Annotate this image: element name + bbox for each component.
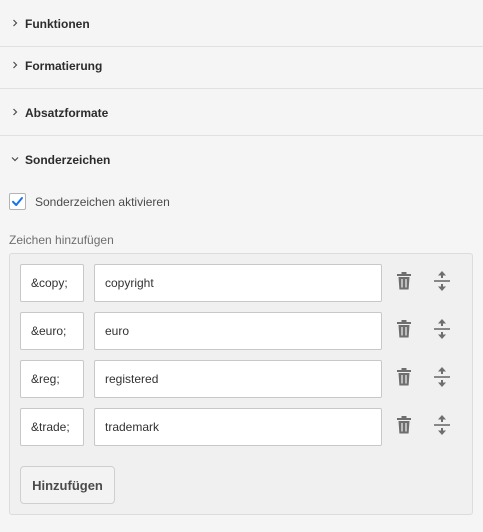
list-item: &copy; copyright	[20, 264, 470, 302]
accordion-funktionen: Funktionen	[0, 0, 483, 47]
entity-code-input[interactable]: &euro;	[20, 312, 84, 350]
entity-name-input[interactable]: copyright	[94, 264, 382, 302]
reorder-row-button[interactable]	[429, 268, 455, 294]
reorder-row-button[interactable]	[429, 316, 455, 342]
add-characters-label: Zeichen hinzufügen	[9, 233, 114, 247]
accordion-title: Formatierung	[25, 58, 103, 73]
move-vertical-icon	[434, 319, 450, 339]
move-vertical-icon	[434, 271, 450, 291]
accordion-header-sonderzeichen[interactable]: Sonderzeichen	[0, 136, 483, 183]
reorder-row-button[interactable]	[429, 364, 455, 390]
reorder-row-button[interactable]	[429, 412, 455, 438]
delete-row-button[interactable]	[391, 364, 417, 390]
accordion-formatierung: Formatierung	[0, 42, 483, 89]
accordion-title: Absatzformate	[25, 105, 109, 120]
checkbox-box[interactable]	[9, 193, 26, 210]
entity-name-input[interactable]: registered	[94, 360, 382, 398]
entity-code-input[interactable]: &copy;	[20, 264, 84, 302]
move-vertical-icon	[434, 367, 450, 387]
accordion-header-absatzformate[interactable]: Absatzformate	[0, 89, 483, 136]
accordion-title: Sonderzeichen	[25, 152, 111, 167]
trash-icon	[397, 416, 411, 434]
list-item: &reg; registered	[20, 360, 470, 398]
delete-row-button[interactable]	[391, 268, 417, 294]
trash-icon	[397, 368, 411, 386]
accordion-absatzformate: Absatzformate	[0, 89, 483, 136]
entity-name-input[interactable]: trademark	[94, 408, 382, 446]
checkbox-label: Sonderzeichen aktivieren	[35, 194, 170, 209]
list-item: &euro; euro	[20, 312, 470, 350]
accordion-header-formatierung[interactable]: Formatierung	[0, 42, 483, 89]
list-item: &trade; trademark	[20, 408, 470, 446]
rte-config-panel: Funktionen Formatierung Absatzformate So…	[0, 0, 483, 532]
add-character-button[interactable]: Hinzufügen	[20, 466, 115, 504]
checkmark-icon	[12, 197, 23, 206]
entity-code-input[interactable]: &trade;	[20, 408, 84, 446]
delete-row-button[interactable]	[391, 412, 417, 438]
accordion-title: Funktionen	[25, 16, 90, 31]
enable-special-chars-checkbox[interactable]: Sonderzeichen aktivieren	[9, 193, 170, 210]
entity-code-input[interactable]: &reg;	[20, 360, 84, 398]
chevron-right-icon	[11, 19, 19, 27]
entity-name-input[interactable]: euro	[94, 312, 382, 350]
move-vertical-icon	[434, 415, 450, 435]
chevron-right-icon	[11, 61, 19, 69]
delete-row-button[interactable]	[391, 316, 417, 342]
accordion-header-funktionen[interactable]: Funktionen	[0, 0, 483, 47]
trash-icon	[397, 320, 411, 338]
special-chars-multifield: &copy; copyright &euro; euro &reg; regis…	[9, 253, 473, 515]
chevron-down-icon	[11, 155, 19, 163]
trash-icon	[397, 272, 411, 290]
chevron-right-icon	[11, 108, 19, 116]
